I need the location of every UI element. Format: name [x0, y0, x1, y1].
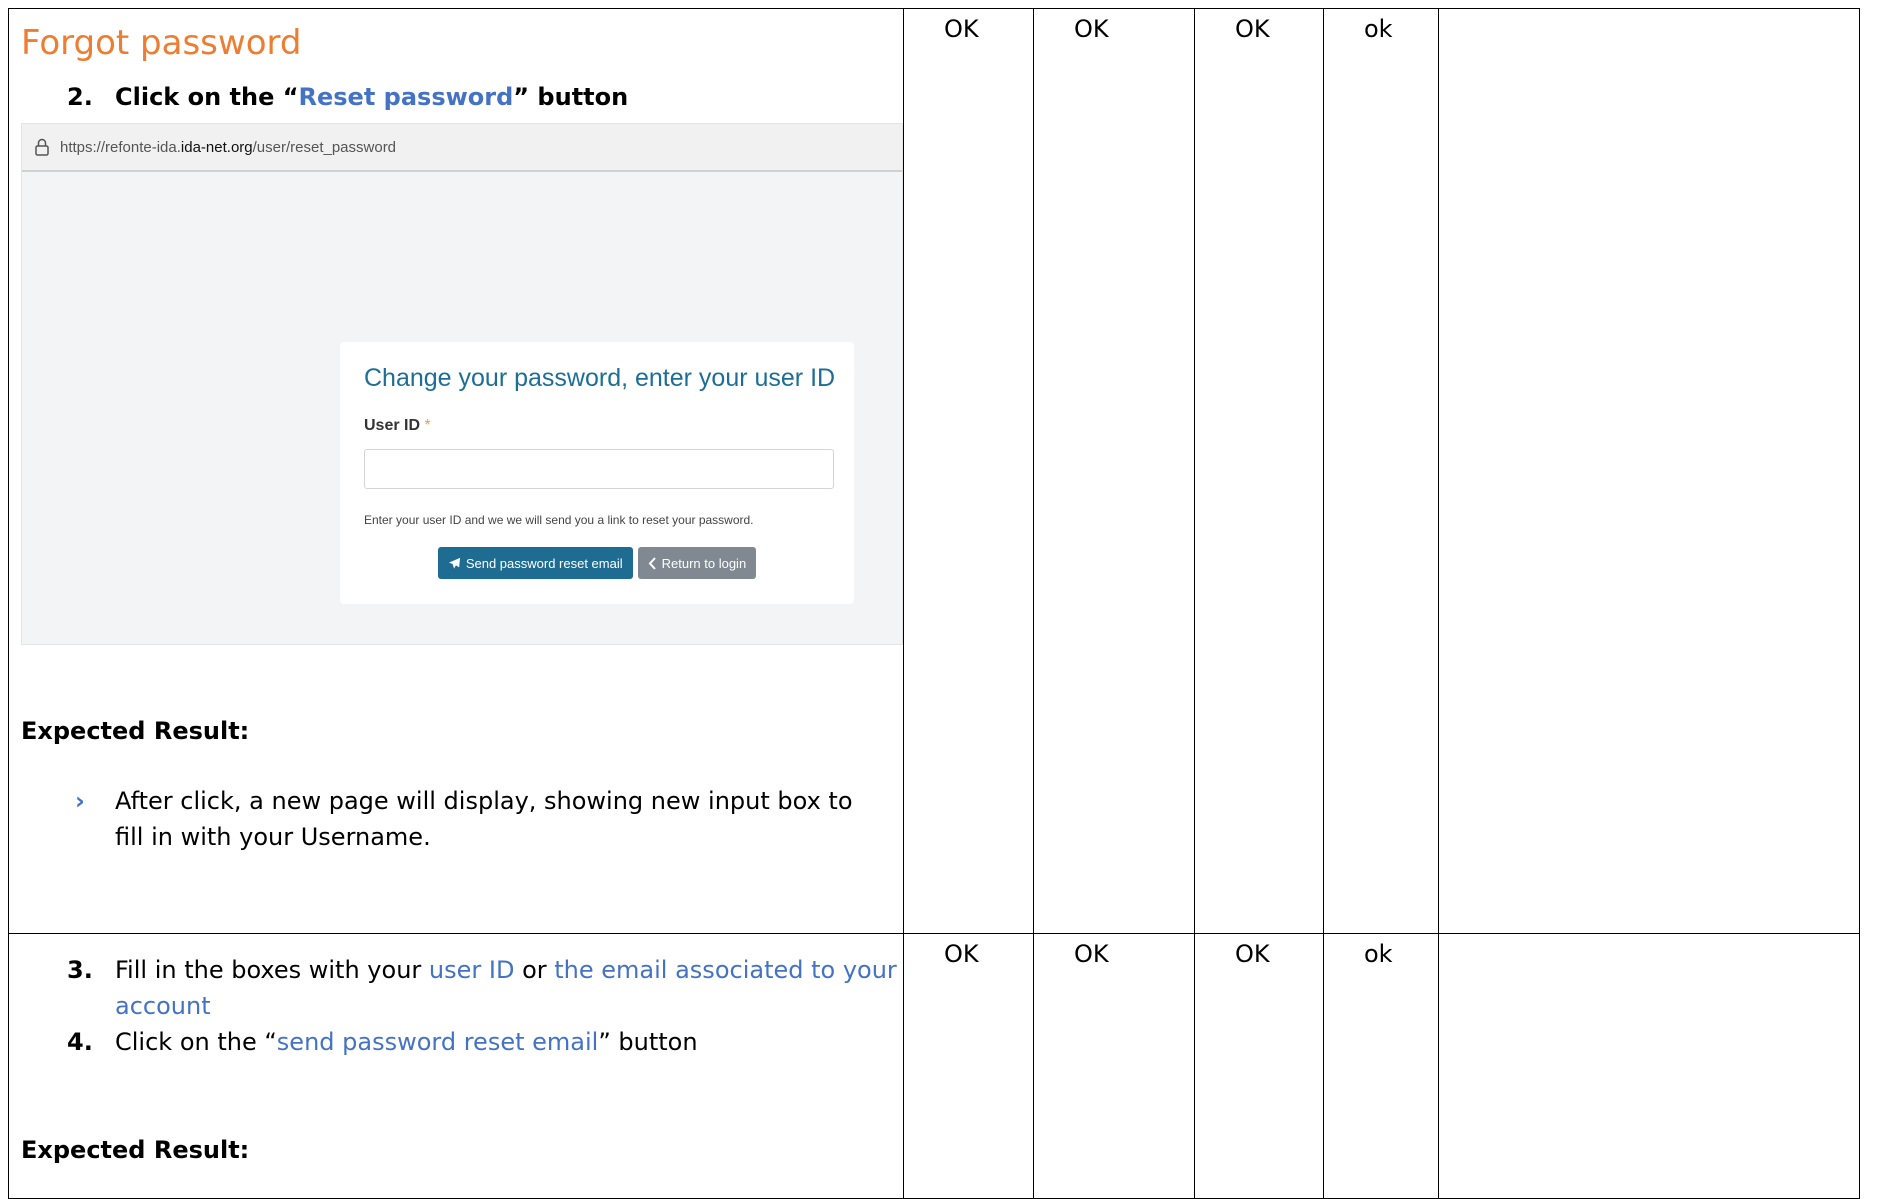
chevron-left-icon [648, 556, 656, 570]
step-number: 4. [67, 1028, 93, 1056]
button-group: Send password reset email Return to logi… [340, 547, 854, 579]
url-path: /user/reset_password [252, 138, 397, 156]
comment-cell [1438, 8, 1860, 934]
chevron-right-bullet-icon: › [75, 787, 85, 815]
result-cell-1: OK [903, 8, 1034, 934]
reset-form-card: Change your password, enter your user ID… [340, 342, 854, 604]
result-cell-1: OK [903, 933, 1034, 1199]
result-cell-3: OK [1194, 8, 1324, 934]
expected-result-label: Expected Result: [21, 1136, 250, 1164]
help-text: Enter your user ID and we we will send y… [364, 513, 754, 527]
user-id-link-text: user ID [428, 956, 515, 984]
result-cell-4: ok [1323, 8, 1439, 934]
paper-plane-icon [448, 557, 460, 569]
result-cell-2: OK [1033, 933, 1195, 1199]
result-cell-2: OK [1033, 8, 1195, 934]
expected-result-bullet: › After click, a new page will display, … [9, 783, 903, 855]
step-cell: Forgot password 2. Click on the “Reset p… [8, 8, 904, 934]
result-cell-3: OK [1194, 933, 1324, 1199]
expected-result-label: Expected Result: [21, 717, 250, 745]
comment-cell [1438, 933, 1860, 1199]
test-case-table: Forgot password 2. Click on the “Reset p… [8, 8, 1860, 1199]
send-reset-email-link-text: send password reset email [276, 1028, 599, 1056]
step-number: 3. [67, 956, 93, 984]
section-title: Forgot password [21, 23, 302, 63]
address-bar: https://refonte-ida. ida-net.org/user/res… [22, 124, 902, 172]
step-3: 3. Fill in the boxes with your user ID o… [9, 952, 903, 1024]
reset-password-link-text: Reset password [298, 83, 514, 111]
url-prefix: https://refonte-ida. [60, 138, 181, 156]
user-id-input[interactable] [364, 449, 834, 489]
step-4: 4. Click on the “send password reset ema… [9, 1024, 903, 1060]
step-2: 2. Click on the “Reset password” button [9, 79, 903, 115]
step-cell: 3. Fill in the boxes with your user ID o… [8, 933, 904, 1199]
url-domain: ida-net.org [180, 138, 253, 156]
step-number: 2. [67, 83, 93, 111]
result-cell-4: ok [1323, 933, 1439, 1199]
required-mark: * [424, 417, 431, 434]
lock-icon [35, 138, 49, 156]
screenshot: https://refonte-ida. ida-net.org/user/res… [21, 123, 903, 645]
table-row: 3. Fill in the boxes with your user ID o… [8, 933, 1860, 1199]
form-heading: Change your password, enter your user ID [364, 364, 836, 392]
user-id-label: User ID * [364, 417, 431, 434]
return-to-login-button[interactable]: Return to login [637, 547, 757, 579]
table-row: Forgot password 2. Click on the “Reset p… [8, 8, 1860, 934]
send-reset-email-button[interactable]: Send password reset email [437, 547, 633, 579]
